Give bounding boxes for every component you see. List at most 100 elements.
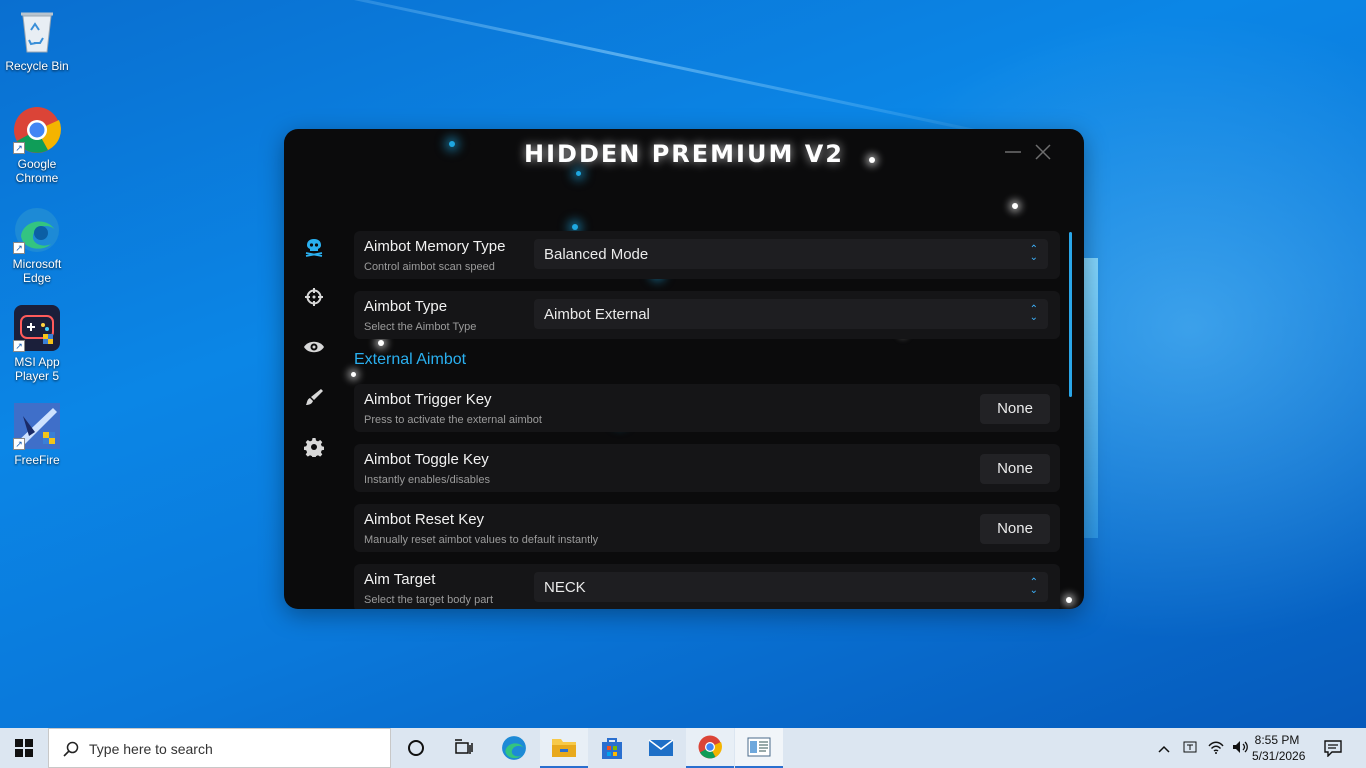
taskbar-search[interactable]: Type here to search [48, 728, 391, 768]
chrome-icon [698, 735, 722, 759]
eye-icon [304, 341, 324, 353]
memory-type-select[interactable]: Balanced Mode ⌃ ⌄ [534, 239, 1048, 269]
toggle-key-button[interactable]: None [980, 454, 1050, 484]
nav-settings[interactable] [300, 433, 328, 461]
volume-icon[interactable] [1232, 740, 1250, 757]
mail-icon [648, 739, 674, 756]
desktop-icon-label: Microsoft Edge [12, 257, 62, 285]
search-icon [63, 741, 79, 757]
task-view-icon [455, 739, 473, 754]
edge-icon [502, 736, 526, 760]
input-method-icon[interactable] [1182, 739, 1198, 758]
taskbar-edge[interactable] [490, 728, 538, 768]
start-button[interactable] [0, 728, 48, 768]
desktop-icon-freefire[interactable]: ↗ FreeFire [4, 402, 70, 467]
desktop-icon-chrome[interactable]: ↗ Google Chrome [4, 106, 70, 185]
taskbar-file-explorer[interactable] [540, 728, 588, 768]
setting-aim-target: Aim Target Select the target body part N… [354, 564, 1060, 609]
setting-description: Control aimbot scan speed [364, 261, 495, 273]
windows-icon [15, 739, 33, 757]
setting-title: Aimbot Type [364, 298, 448, 315]
wifi-icon[interactable] [1208, 740, 1224, 757]
particle [576, 171, 581, 176]
trigger-key-button[interactable]: None [980, 394, 1050, 424]
desktop-icon-label: MSI App Player 5 [14, 355, 60, 383]
desktop-icon-label: FreeFire [14, 453, 60, 467]
setting-title: Aimbot Memory Type [364, 238, 506, 255]
recycle-bin-icon [13, 8, 61, 56]
cortana-button[interactable] [392, 728, 440, 768]
chevron-updown-icon: ⌃ ⌄ [1029, 304, 1038, 323]
brush-icon [306, 389, 323, 405]
setting-title: Aimbot Trigger Key [364, 391, 492, 408]
scrollbar[interactable] [1069, 232, 1072, 397]
app-title: HIDDEN PREMIUM V2 [524, 140, 844, 168]
clock-date: 5/31/2026 [1252, 749, 1306, 763]
nav-colors[interactable] [300, 383, 328, 411]
close-icon [1035, 144, 1051, 160]
setting-reset-key: Aimbot Reset Key Manually reset aimbot v… [354, 504, 1060, 552]
reset-key-button[interactable]: None [980, 514, 1050, 544]
minimize-button[interactable] [1002, 143, 1024, 165]
settings-panel: Aimbot Memory Type Control aimbot scan s… [354, 231, 1060, 609]
desktop-icon-msi-app-player[interactable]: ↗ MSI App Player 5 [4, 304, 70, 383]
task-view-button[interactable] [440, 728, 488, 768]
aim-target-select[interactable]: NECK ⌃ ⌄ [534, 572, 1048, 602]
show-hidden-icons-chevron-icon[interactable] [1156, 741, 1172, 756]
section-heading: External Aimbot [354, 351, 467, 368]
taskbar: Type here to search 8:55 PM 5/31/2026 [0, 728, 1366, 768]
system-tray [1156, 728, 1250, 768]
folder-icon [552, 739, 576, 757]
particle [1012, 203, 1018, 209]
taskbar-chrome[interactable] [686, 728, 734, 768]
aimbot-type-select[interactable]: Aimbot External ⌃ ⌄ [534, 299, 1048, 329]
app-window-icon [747, 737, 771, 757]
select-value: NECK [544, 579, 586, 596]
setting-title: Aimbot Toggle Key [364, 451, 489, 468]
search-placeholder: Type here to search [89, 741, 213, 757]
setting-toggle-key: Aimbot Toggle Key Instantly enables/disa… [354, 444, 1060, 492]
desktop-icon-edge[interactable]: ↗ Microsoft Edge [4, 206, 70, 285]
desktop-icon-label: Google Chrome [15, 157, 59, 185]
select-value: Balanced Mode [544, 246, 649, 263]
particle [449, 141, 455, 147]
nav-crosshair[interactable] [300, 283, 328, 311]
side-nav [300, 233, 328, 483]
chevron-updown-icon: ⌃ ⌄ [1029, 244, 1038, 263]
nav-visuals[interactable] [300, 333, 328, 361]
close-button[interactable] [1032, 143, 1054, 165]
particle [869, 157, 875, 163]
nav-aimbot[interactable] [300, 233, 328, 261]
taskbar-hidden-premium[interactable] [735, 728, 783, 768]
setting-aimbot-type: Aimbot Type Select the Aimbot Type Aimbo… [354, 291, 1060, 339]
chevron-updown-icon: ⌃ ⌄ [1029, 577, 1038, 596]
setting-description: Select the Aimbot Type [364, 321, 477, 333]
setting-memory-type: Aimbot Memory Type Control aimbot scan s… [354, 231, 1060, 279]
desktop-light-ray [179, 0, 1061, 151]
particle [572, 224, 578, 230]
setting-description: Manually reset aimbot values to default … [364, 534, 599, 546]
crosshair-icon [305, 288, 323, 306]
notification-icon [1324, 740, 1342, 757]
desktop-icon-label: Recycle Bin [5, 59, 69, 73]
minimize-icon [1005, 151, 1021, 153]
setting-description: Select the target body part [364, 594, 494, 606]
setting-trigger-key: Aimbot Trigger Key Press to activate the… [354, 384, 1060, 432]
select-value: Aimbot External [544, 306, 650, 323]
setting-title: Aimbot Reset Key [364, 511, 485, 528]
desktop-icon-recycle-bin[interactable]: Recycle Bin [4, 8, 70, 73]
taskbar-store[interactable] [588, 728, 636, 768]
action-center-button[interactable] [1310, 728, 1356, 768]
chrome-icon: ↗ [13, 106, 61, 154]
setting-description: Instantly enables/disables [364, 474, 490, 486]
setting-description: Press to activate the external aimbot [364, 414, 542, 426]
msi-app-player-icon: ↗ [13, 304, 61, 352]
taskbar-mail[interactable] [637, 728, 685, 768]
particle [1066, 597, 1072, 603]
taskbar-clock[interactable]: 8:55 PM 5/31/2026 [1252, 732, 1306, 764]
skull-icon [305, 239, 323, 257]
store-icon [602, 738, 622, 759]
gear-icon [304, 438, 324, 457]
setting-title: Aim Target [364, 571, 436, 588]
cortana-icon [408, 740, 424, 756]
